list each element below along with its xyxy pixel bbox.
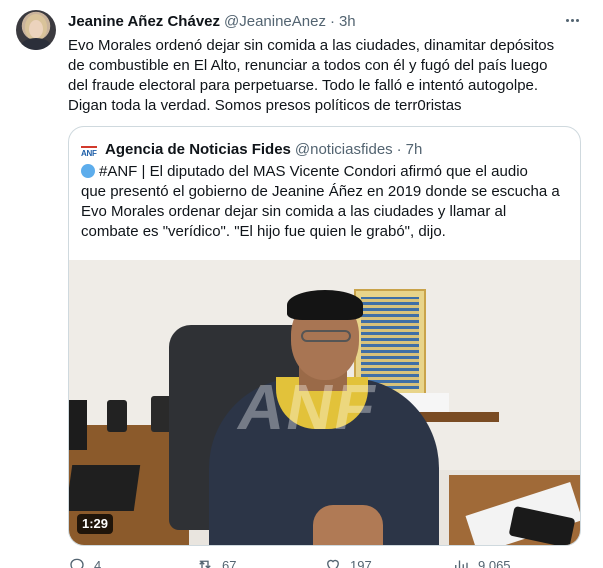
quoted-author-name[interactable]: Agencia de Noticias Fides [105, 141, 291, 158]
author-name[interactable]: Jeanine Añez Chávez [68, 13, 220, 30]
quoted-text-line: Evo Morales ordenar dejar sin comida a l… [81, 203, 507, 220]
separator-dot: · [396, 140, 402, 158]
like-button[interactable]: 197 [324, 556, 372, 568]
views-count: 9,065 [478, 557, 511, 568]
quoted-author-handle[interactable]: @noticiasfides [295, 141, 393, 158]
reply-button[interactable]: 4 [68, 556, 101, 568]
views-button[interactable]: 9,065 [452, 556, 511, 568]
monitor [69, 400, 87, 450]
reply-icon [70, 558, 84, 568]
separator-dot: · [329, 12, 335, 30]
retweet-count: 67 [222, 557, 237, 568]
video-player[interactable]: ANF 1:29 [69, 260, 580, 545]
video-duration-badge: 1:29 [77, 514, 114, 534]
speaker [107, 400, 127, 432]
like-count: 197 [350, 557, 372, 568]
quoted-tweet-text: #ANF | El diputado del MAS Vicente Condo… [81, 162, 571, 242]
views-icon [455, 560, 468, 568]
quoted-text-line: combate es "verídico". "El hijo fue quie… [81, 223, 446, 240]
more-options-icon[interactable] [559, 10, 585, 30]
anf-logo-text: ANF [81, 146, 97, 158]
tweet-text-line: Digan toda la verdad. Somos presos polít… [68, 97, 462, 114]
video-watermark: ANF [232, 371, 383, 443]
author-handle[interactable]: @JeanineAnez [224, 13, 326, 30]
person-hair [287, 290, 363, 320]
heart-icon [327, 559, 339, 568]
tweet-time[interactable]: 3h [339, 13, 356, 30]
reply-count: 4 [94, 557, 102, 568]
tweet-text-line: Evo Morales ordenó dejar sin comida a la… [68, 37, 555, 54]
retweet-icon [199, 560, 211, 568]
quoted-text-line-0: #ANF | El diputado del MAS Vicente Condo… [99, 163, 528, 180]
quoted-time[interactable]: 7h [406, 141, 423, 158]
quoted-text-line: que presentó el gobierno de Jeanine Áñez… [81, 183, 560, 200]
person-hands [313, 505, 383, 545]
anf-logo-icon[interactable]: ANF [81, 140, 99, 158]
tweet-text: Evo Morales ordenó dejar sin comida a la… [68, 36, 588, 116]
tweet-actions: 4 67 197 9,065 [68, 556, 588, 568]
keyboard [69, 465, 141, 511]
quoted-text-line: #ANF | El diputado del MAS Vicente Condo… [81, 162, 571, 182]
shelf [419, 412, 499, 422]
glasses [301, 330, 351, 342]
author-avatar[interactable] [16, 10, 56, 50]
quoted-tweet-header: ANF Agencia de Noticias Fides @noticiasf… [81, 139, 422, 159]
retweet-button[interactable]: 67 [196, 556, 236, 568]
tweet-text-line: de combustible en El Alto, renunciar a t… [68, 57, 548, 74]
blue-circle-icon [81, 164, 95, 178]
tweet-text-line: del fraude electoral para perpetuarse. T… [68, 77, 539, 94]
tweet-header: Jeanine Añez Chávez @JeanineAnez · 3h [68, 11, 356, 31]
tweet[interactable]: Jeanine Añez Chávez @JeanineAnez · 3h Ev… [0, 0, 603, 568]
quoted-tweet[interactable]: ANF Agencia de Noticias Fides @noticiasf… [68, 126, 581, 546]
